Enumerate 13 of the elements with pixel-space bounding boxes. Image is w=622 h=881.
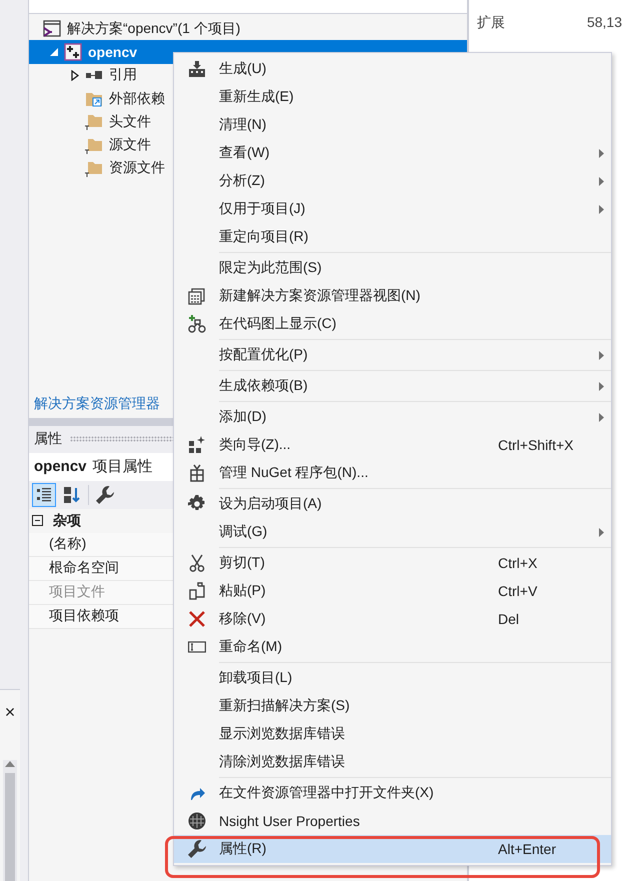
tree-item-label: 引用 <box>109 66 137 84</box>
extension-label: 扩展 <box>477 14 505 32</box>
extension-value: 58,13 <box>586 14 622 32</box>
tree-item-label: 源文件 <box>109 136 151 154</box>
object-name: opencv <box>34 458 87 475</box>
object-type: 项目属性 <box>92 457 153 476</box>
tree-item-label: 外部依赖 <box>109 90 165 108</box>
category-label: 杂项 <box>53 512 81 530</box>
panel-title: 属性 <box>34 430 62 448</box>
tree-item-label: 资源文件 <box>109 159 165 178</box>
tree-item-label: opencv <box>88 44 138 60</box>
tree-item-label: 解决方案“opencv”(1 个项目) <box>67 20 240 38</box>
tree-item-label: 头文件 <box>109 112 151 131</box>
